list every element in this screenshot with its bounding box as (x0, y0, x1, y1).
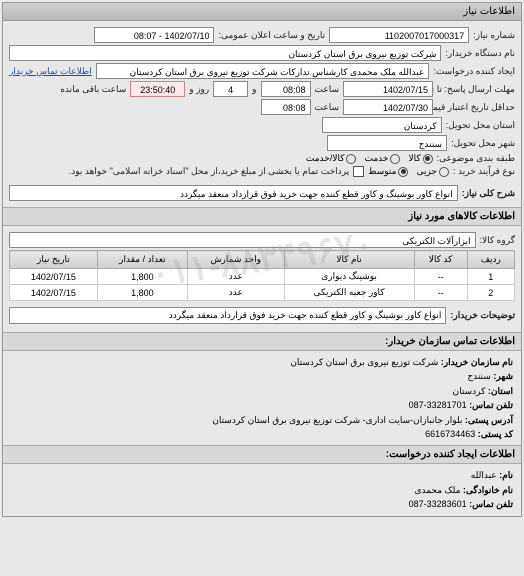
panel-header: اطلاعات نیاز (3, 3, 521, 21)
radio-service-label: خدمت (364, 153, 388, 164)
category-radio-group: کالا خدمت کالا/خدمت (306, 153, 433, 164)
goods-group-field[interactable]: ابزارآلات الکتریکی (9, 232, 476, 248)
number-label: شماره نیاز: (473, 30, 515, 41)
postal-value: 6616734463 (425, 429, 475, 439)
table-cell: عدد (188, 285, 285, 301)
main-panel: اطلاعات نیاز شماره نیاز: 110200701700031… (2, 2, 522, 517)
price-validity-label: حداقل تاریخ اعتبار قیمت: تا تاریخ: (437, 102, 515, 113)
contact-block: نام سازمان خریدار: شرکت توزیع نیروی برق … (3, 351, 521, 445)
catgroup-label: طبقه بندی موضوعی: (437, 153, 515, 164)
table-cell: -- (414, 285, 467, 301)
days-field: 4 (213, 81, 248, 97)
buyer-desc-label: توضیحات خریدار: (450, 310, 515, 321)
province-label: استان محل تحویل: (446, 120, 515, 131)
address-label: آدرس پستی: (465, 415, 513, 425)
radio-goodservice-label: کالا/خدمت (306, 153, 345, 164)
goods-group-label: گروه کالا: (480, 235, 515, 246)
contact-city-label: شهر: (493, 371, 513, 381)
radio-medium-label: متوسط (368, 166, 396, 177)
buyer-desc-field[interactable]: انواع کاور بوشینگ و کاور قطع کننده جهت خ… (9, 307, 446, 324)
contact-city-value: سنندج (467, 371, 491, 381)
process-radio-group: جزیی متوسط (368, 166, 449, 177)
buyer-label: نام دستگاه خریدار: (445, 48, 515, 59)
pubdate-field: 1402/07/10 - 08:07 (94, 27, 214, 43)
creator-phone-value: 33283601-087 (409, 499, 467, 509)
treasury-checkbox[interactable] (353, 166, 364, 177)
contact-phone-value: 33281701-087 (409, 400, 467, 410)
table-row[interactable]: 2--کاور جعبه الکتریکیعدد1,8001402/07/15 (10, 285, 515, 301)
postal-label: کد پستی: (478, 429, 513, 439)
contact-link[interactable]: اطلاعات تماس خریدار (9, 66, 92, 77)
table-cell: عدد (188, 269, 285, 285)
org-value: شرکت توزیع نیروی برق استان کردستان (290, 357, 438, 367)
table-cell: 2 (467, 285, 514, 301)
deadline-send-label: مهلت ارسال پاسخ: تا تاریخ: (437, 84, 515, 95)
creator-section-title: اطلاعات ایجاد کننده درخواست: (3, 445, 521, 464)
price-validity-time[interactable]: 08:08 (261, 99, 311, 115)
radio-medium[interactable]: متوسط (368, 166, 408, 177)
contact-province-label: استان: (488, 386, 513, 396)
radio-minor[interactable]: جزیی (416, 166, 449, 177)
creator-phone-label: تلفن تماس: (469, 499, 513, 509)
buyer-field: شرکت توزیع نیروی برق استان کردستان (9, 45, 441, 61)
table-cell: 1 (467, 269, 514, 285)
fname-label: نام: (499, 470, 513, 480)
table-cell: -- (414, 269, 467, 285)
deadline-send-time[interactable]: 08:08 (261, 81, 311, 97)
time-label-1: ساعت (315, 84, 340, 95)
table-cell: 1,800 (97, 285, 187, 301)
radio-service[interactable]: خدمت (364, 153, 400, 164)
table-cell: 1402/07/15 (10, 269, 98, 285)
process-note: پرداخت تمام یا بخشی از مبلغ خرید،از محل … (69, 166, 349, 177)
table-header-row: ردیف کد کالا نام کالا واحد شمارش تعداد /… (10, 251, 515, 269)
need-title-label: شرح کلی نیاز: (462, 188, 515, 199)
th-name: نام کالا (284, 251, 414, 269)
city-label: شهر محل تحویل: (451, 138, 515, 149)
lname-label: نام خانوادگی: (463, 485, 513, 495)
requester-label: ایجاد کننده درخواست: (433, 66, 515, 77)
number-field[interactable]: 1102007017000317 (329, 27, 469, 43)
process-label: نوع فرآیند خرید : (453, 166, 515, 177)
days-prefix: و (252, 84, 256, 95)
table-cell: 1402/07/15 (10, 285, 98, 301)
th-row: ردیف (467, 251, 514, 269)
contact-section-title: اطلاعات تماس سازمان خریدار: (3, 332, 521, 351)
table-cell: کاور جعبه الکتریکی (284, 285, 414, 301)
contact-phone-label: تلفن تماس: (469, 400, 513, 410)
org-label: نام سازمان خریدار: (441, 357, 513, 367)
table-cell: 1,800 (97, 269, 187, 285)
fname-value: عبدالله (471, 470, 497, 480)
table-row[interactable]: 1--بوشینگ دیواریعدد1,8001402/07/15 (10, 269, 515, 285)
creator-block: نام: عبدالله نام خانوادگی: ملک محمدی تلف… (3, 464, 521, 515)
remain-suffix: ساعت باقی مانده (60, 84, 126, 95)
contact-province-value: کردستان (453, 386, 486, 396)
th-code: کد کالا (414, 251, 467, 269)
pubdate-label: تاریخ و ساعت اعلان عمومی: (218, 30, 325, 41)
need-title-field[interactable]: انواع کاور بوشینگ و کاور قطع کننده جهت خ… (9, 185, 458, 201)
days-suffix: روز و (189, 84, 209, 95)
time-label-2: ساعت (315, 102, 340, 113)
requester-field: عبدالله ملک محمدی کارشناس تدارکات شرکت ت… (96, 63, 430, 79)
th-unit: واحد شمارش (188, 251, 285, 269)
goods-section-title: اطلاعات کالاهای مورد نیاز (3, 207, 521, 226)
price-validity-date[interactable]: 1402/07/30 (343, 99, 433, 115)
goods-table: ردیف کد کالا نام کالا واحد شمارش تعداد /… (9, 250, 515, 301)
table-cell: بوشینگ دیواری (284, 269, 414, 285)
countdown-timer: 23:50:40 (130, 81, 185, 97)
lname-value: ملک محمدی (414, 485, 460, 495)
radio-goodservice[interactable]: کالا/خدمت (306, 153, 357, 164)
city-field[interactable]: سنندج (327, 135, 447, 151)
th-date: تاریخ نیاز (10, 251, 98, 269)
deadline-send-date[interactable]: 1402/07/15 (343, 81, 433, 97)
th-qty: تعداد / مقدار (97, 251, 187, 269)
address-value: بلوار جانبازان-سایت اداری- شرکت توزیع نی… (212, 415, 462, 425)
radio-goods-label: کالا (408, 153, 420, 164)
province-field[interactable]: کردستان (322, 117, 442, 133)
radio-goods[interactable]: کالا (408, 153, 432, 164)
radio-minor-label: جزیی (416, 166, 437, 177)
